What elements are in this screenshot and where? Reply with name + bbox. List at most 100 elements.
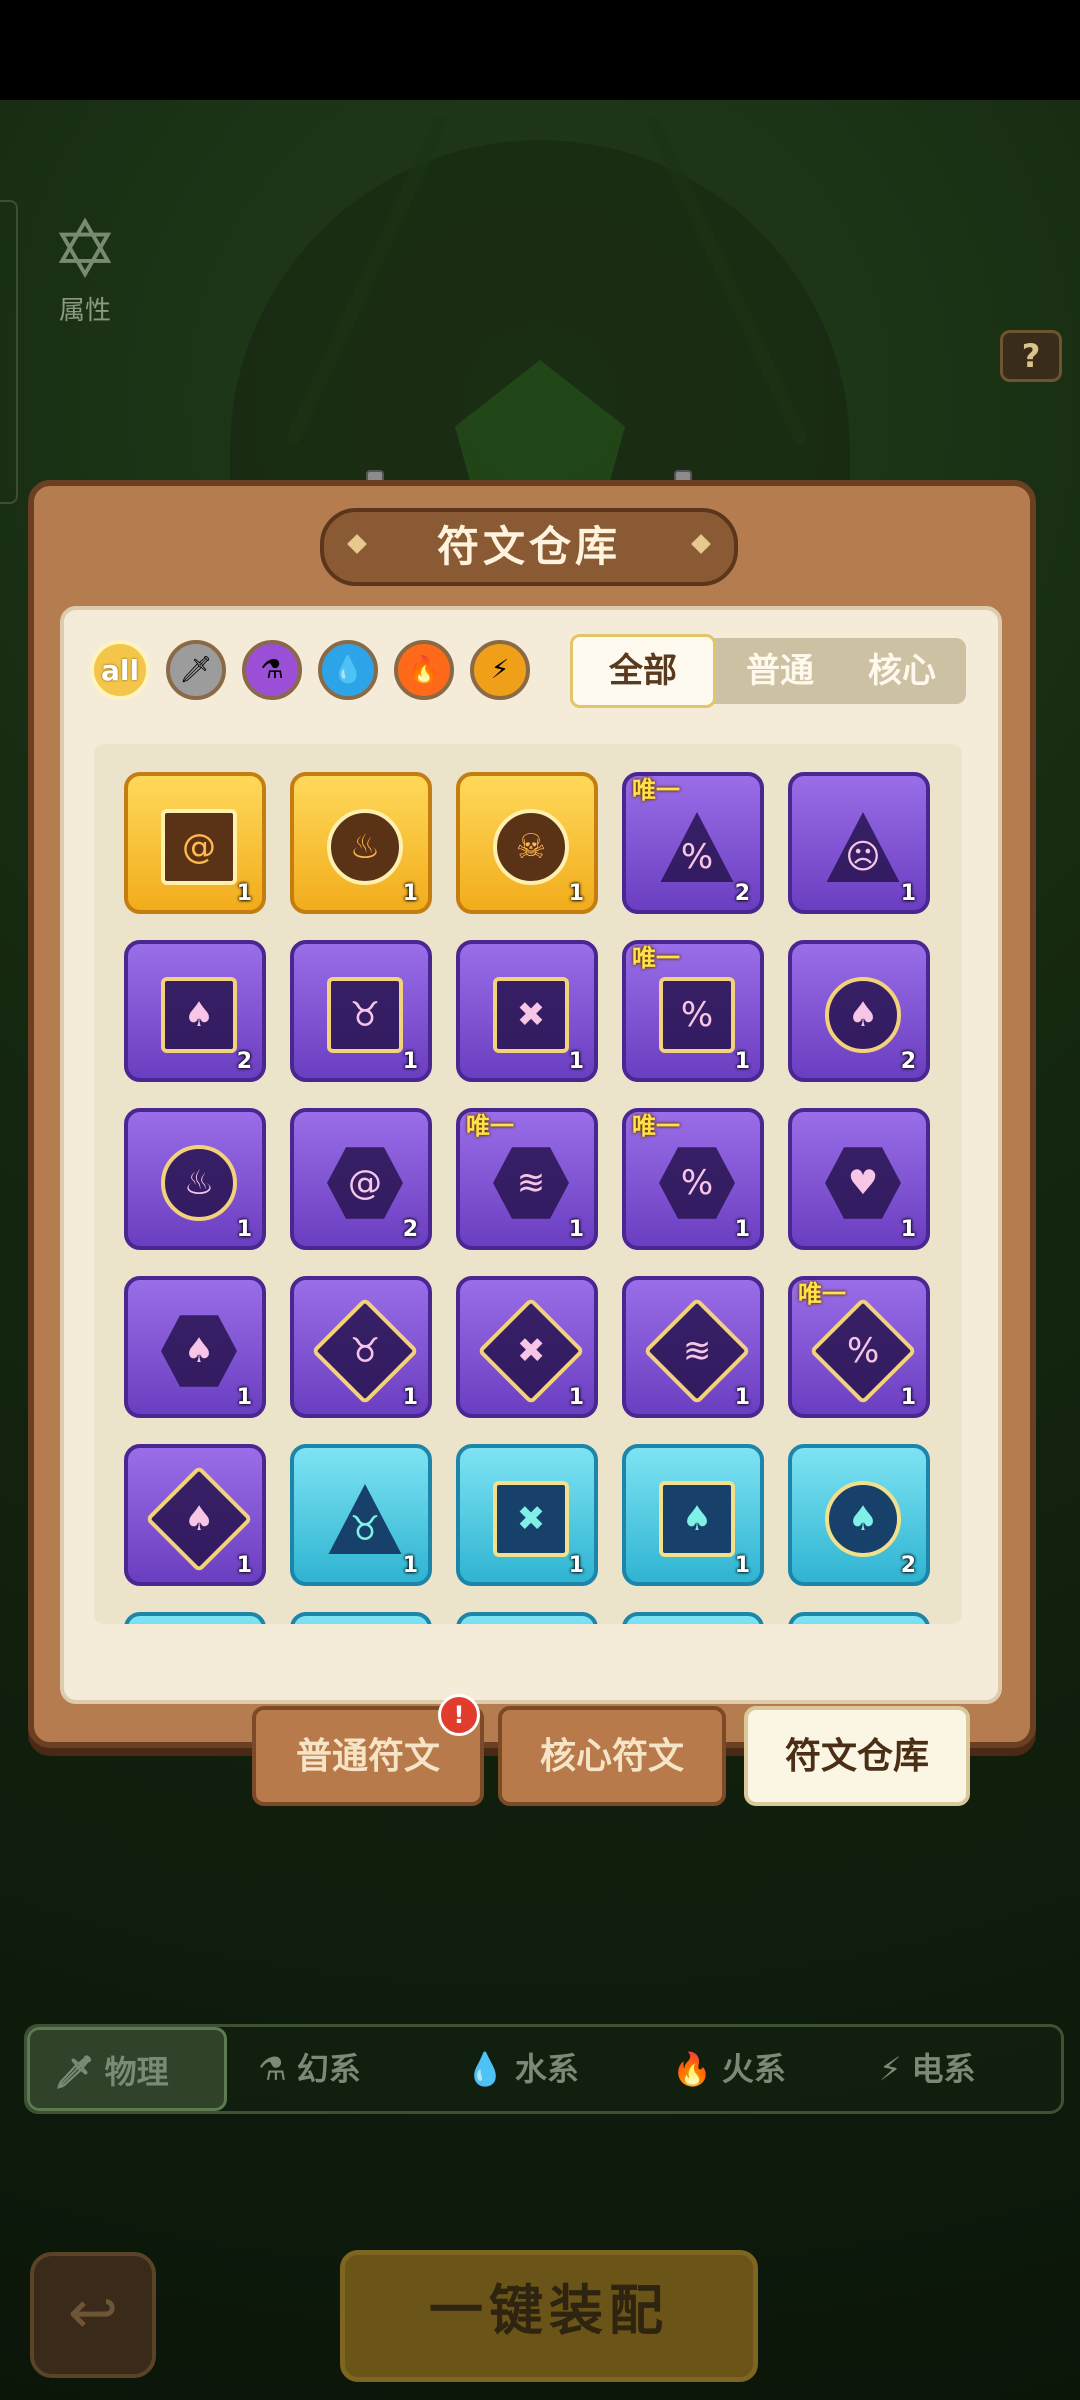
rune-count: 1 [568, 1553, 584, 1578]
rune-slot[interactable]: ✖ 1 [456, 1444, 598, 1586]
rune-slot[interactable]: ♠ 2 [788, 940, 930, 1082]
rune-slot[interactable]: % 唯一 1 [622, 940, 764, 1082]
help-button[interactable]: ? [1000, 330, 1062, 382]
rune-count: 1 [236, 1385, 252, 1410]
rune-slot-partial[interactable] [124, 1612, 266, 1624]
rune-slot[interactable]: ♨ 1 [124, 1108, 266, 1250]
rune-slot[interactable]: ♠ 2 [124, 940, 266, 1082]
rune-slot[interactable]: ♉ 1 [290, 1276, 432, 1418]
rune-slot[interactable]: ♉ 1 [290, 1444, 432, 1586]
rune-emblem-icon: ✖ [493, 1481, 569, 1557]
rune-count: 1 [568, 1217, 584, 1242]
unique-badge: 唯一 [466, 1112, 514, 1140]
rune-count: 1 [900, 1385, 916, 1410]
rune-slot[interactable]: @1 [124, 772, 266, 914]
element-tab-potion[interactable]: ⚗ 幻系 [234, 2027, 434, 2111]
rune-count: 1 [402, 881, 418, 906]
sword-icon: 🗡 [179, 655, 213, 685]
rune-slot[interactable]: ♥ 1 [788, 1108, 930, 1250]
rune-emblem-icon: ♠ [659, 1481, 735, 1557]
category-tab-normal[interactable]: 普通 [720, 638, 840, 704]
rune-emblem-icon: % [660, 812, 734, 882]
rune-count: 1 [402, 1385, 418, 1410]
rune-slot[interactable]: ☹ 1 [788, 772, 930, 914]
fire-icon: 🔥 [407, 655, 441, 685]
rune-slot-partial[interactable] [622, 1612, 764, 1624]
rune-slot[interactable]: ≋ 唯一 1 [456, 1108, 598, 1250]
rune-slot[interactable]: ♨ 1 [290, 772, 432, 914]
attribute-label: 属性 [58, 296, 111, 326]
left-edge-frame [0, 200, 18, 504]
rune-emblem-icon: ♠ [825, 1481, 901, 1557]
rune-count: 1 [568, 1049, 584, 1074]
element-tab-label: 水系 [514, 2050, 579, 2088]
rune-emblem-icon: @ [161, 809, 237, 885]
rune-emblem-icon: % [659, 1147, 735, 1219]
hexagram-icon: ✡ [51, 203, 119, 296]
rune-emblem-icon: @ [327, 1147, 403, 1219]
element-filter-fire[interactable]: 🔥 [394, 640, 454, 700]
panel-title: 符文仓库 [320, 508, 738, 586]
rune-count: 1 [568, 881, 584, 906]
rune-slot[interactable]: % 唯一 1 [622, 1108, 764, 1250]
rune-slot[interactable]: ≋ 1 [622, 1276, 764, 1418]
rune-slot[interactable]: ♠ 1 [124, 1444, 266, 1586]
water-drop-icon: 💧 [465, 2050, 505, 2088]
element-tab-label: 电系 [911, 2050, 976, 2088]
rune-count: 1 [734, 1049, 750, 1074]
rune-slot[interactable]: ♠ 2 [788, 1444, 930, 1586]
rune-emblem-icon: ♠ [161, 977, 237, 1053]
category-tab-all[interactable]: 全部 [570, 634, 716, 708]
rune-emblem-icon: ☠ [493, 809, 569, 885]
rune-count: 1 [734, 1553, 750, 1578]
rune-emblem-icon: ♠ [825, 977, 901, 1053]
rune-count: 2 [402, 1217, 418, 1242]
rune-emblem-icon: ☹ [826, 812, 900, 882]
unique-badge: 唯一 [798, 1280, 846, 1308]
element-filter-all[interactable]: all [90, 640, 150, 700]
element-tab-water-drop[interactable]: 💧 水系 [441, 2027, 641, 2111]
rune-count: 1 [236, 881, 252, 906]
element-filter-water-drop[interactable]: 💧 [318, 640, 378, 700]
element-filter-potion[interactable]: ⚗ [242, 640, 302, 700]
rune-slot-partial[interactable] [788, 1612, 930, 1624]
tab-rune-warehouse[interactable]: 符文仓库 [744, 1706, 970, 1806]
rune-count: 1 [402, 1553, 418, 1578]
element-category-bar: 🗡 物理 ⚗ 幻系 💧 水系 🔥 火系 ⚡ 电系 [24, 2024, 1064, 2114]
rune-count: 1 [900, 1217, 916, 1242]
rune-emblem-icon: ✖ [493, 977, 569, 1053]
fire-icon: 🔥 [672, 2050, 712, 2088]
rune-slot[interactable]: ♠ 1 [124, 1276, 266, 1418]
rune-slot[interactable]: % 唯一 2 [622, 772, 764, 914]
auto-equip-button[interactable]: 一键装配 [340, 2250, 758, 2382]
rune-count: 2 [900, 1553, 916, 1578]
rune-slot-partial[interactable] [290, 1612, 432, 1624]
water-drop-icon: 💧 [331, 655, 365, 685]
rune-slot[interactable]: @2 [290, 1108, 432, 1250]
tab-core-runes[interactable]: 核心符文 [498, 1706, 726, 1806]
element-filter-lightning[interactable]: ⚡ [470, 640, 530, 700]
unique-badge: 唯一 [632, 776, 680, 804]
back-button[interactable]: ↩ [30, 2252, 156, 2378]
rune-slot[interactable]: % 唯一 1 [788, 1276, 930, 1418]
rune-grid: @1 ♨ 1 ☠ 1% 唯一 2 ☹ 1 ♠ 2 ♉ 1 ✖ 1% 唯一 1 ♠ 2 ♨ 1 @2 ≋ 唯一 1% 唯一 1 ♥ 1 ♠ 1… [94, 744, 962, 1624]
element-tab-lightning[interactable]: ⚡ 电系 [855, 2027, 1055, 2111]
rune-count: 1 [900, 881, 916, 906]
rune-slot[interactable]: ♉ 1 [290, 940, 432, 1082]
rune-slot-partial[interactable] [456, 1612, 598, 1624]
rune-count: 1 [734, 1217, 750, 1242]
rune-slot[interactable]: ☠ 1 [456, 772, 598, 914]
element-tab-label: 物理 [104, 2053, 169, 2091]
rune-slot[interactable]: ♠ 1 [622, 1444, 764, 1586]
rune-count: 1 [734, 1385, 750, 1410]
element-filter-sword[interactable]: 🗡 [166, 640, 226, 700]
category-tab-core[interactable]: 核心 [842, 638, 962, 704]
attribute-button[interactable]: ✡ 属性 [30, 210, 140, 340]
element-tab-fire[interactable]: 🔥 火系 [648, 2027, 848, 2111]
rune-slot[interactable]: ✖ 1 [456, 940, 598, 1082]
rune-emblem-icon: ♥ [825, 1147, 901, 1219]
panel-title-text: 符文仓库 [436, 522, 621, 571]
element-tab-sword[interactable]: 🗡 物理 [27, 2027, 227, 2111]
rune-slot[interactable]: ✖ 1 [456, 1276, 598, 1418]
category-segmented-control: 全部 普通 核心 [570, 634, 966, 708]
